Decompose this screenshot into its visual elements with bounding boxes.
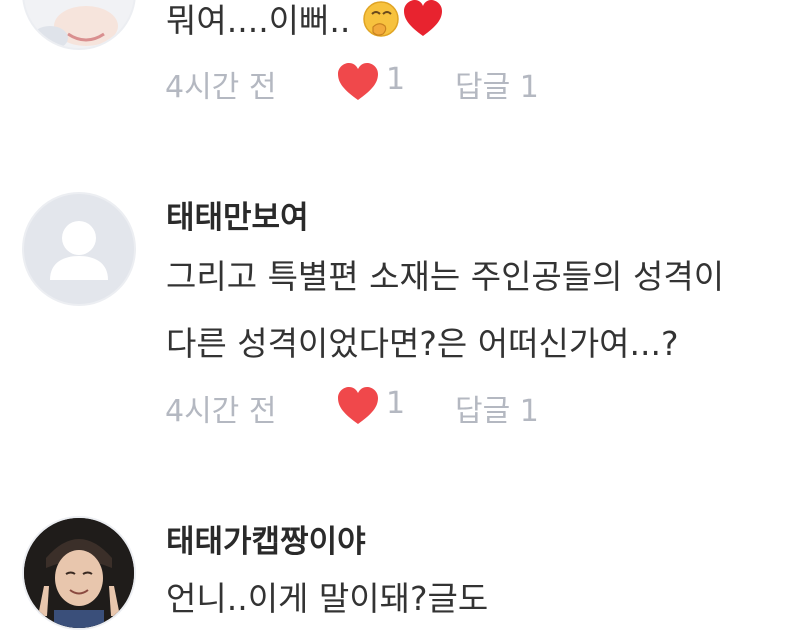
comment-text-line: 그리고 특별편 소재는 주인공들의 성격이	[166, 257, 725, 296]
avatar[interactable]	[22, 192, 136, 306]
heart-icon[interactable]	[336, 386, 380, 426]
comment-item: 태태만보여 그리고 특별편 소재는 주인공들의 성격이 다른 성격이었다면?은 …	[0, 180, 808, 430]
face-with-hand-over-mouth-emoji	[361, 0, 401, 47]
comment-text: 뭐여....이뻐..	[166, 0, 445, 47]
comment-time: 4시간 전	[165, 70, 277, 105]
comment-text-line: 다른 성격이었다면?은 어떠신가여...?	[166, 324, 679, 363]
avatar[interactable]	[22, 0, 136, 50]
reply-button[interactable]: 답글 1	[455, 386, 539, 430]
heart-icon[interactable]	[336, 62, 380, 102]
comment-text-line: 언니..이게 말이돼?글도	[166, 579, 489, 618]
like-count: 1	[386, 62, 406, 97]
reply-button[interactable]: 답글 1	[455, 62, 539, 106]
red-heart-emoji	[401, 0, 445, 47]
comment-item: 태태가캡짱이야 언니..이게 말이돼?글도	[0, 500, 808, 630]
avatar-photo	[24, 0, 134, 48]
like-count: 1	[386, 386, 406, 421]
comment-time: 4시간 전	[165, 394, 277, 429]
avatar-photo	[24, 518, 134, 628]
default-user-icon	[50, 221, 108, 280]
avatar[interactable]	[22, 516, 136, 630]
comment-meta: 4시간 전 1 답글 1	[0, 62, 808, 105]
comment-username[interactable]: 태태만보여	[166, 192, 309, 237]
comment-item: 뭐여....이뻐.. 4시간 전 1 답글 1	[0, 0, 808, 110]
comment-meta: 4시간 전 1 답글 1	[0, 386, 808, 429]
comment-username[interactable]: 태태가캡짱이야	[166, 516, 366, 561]
